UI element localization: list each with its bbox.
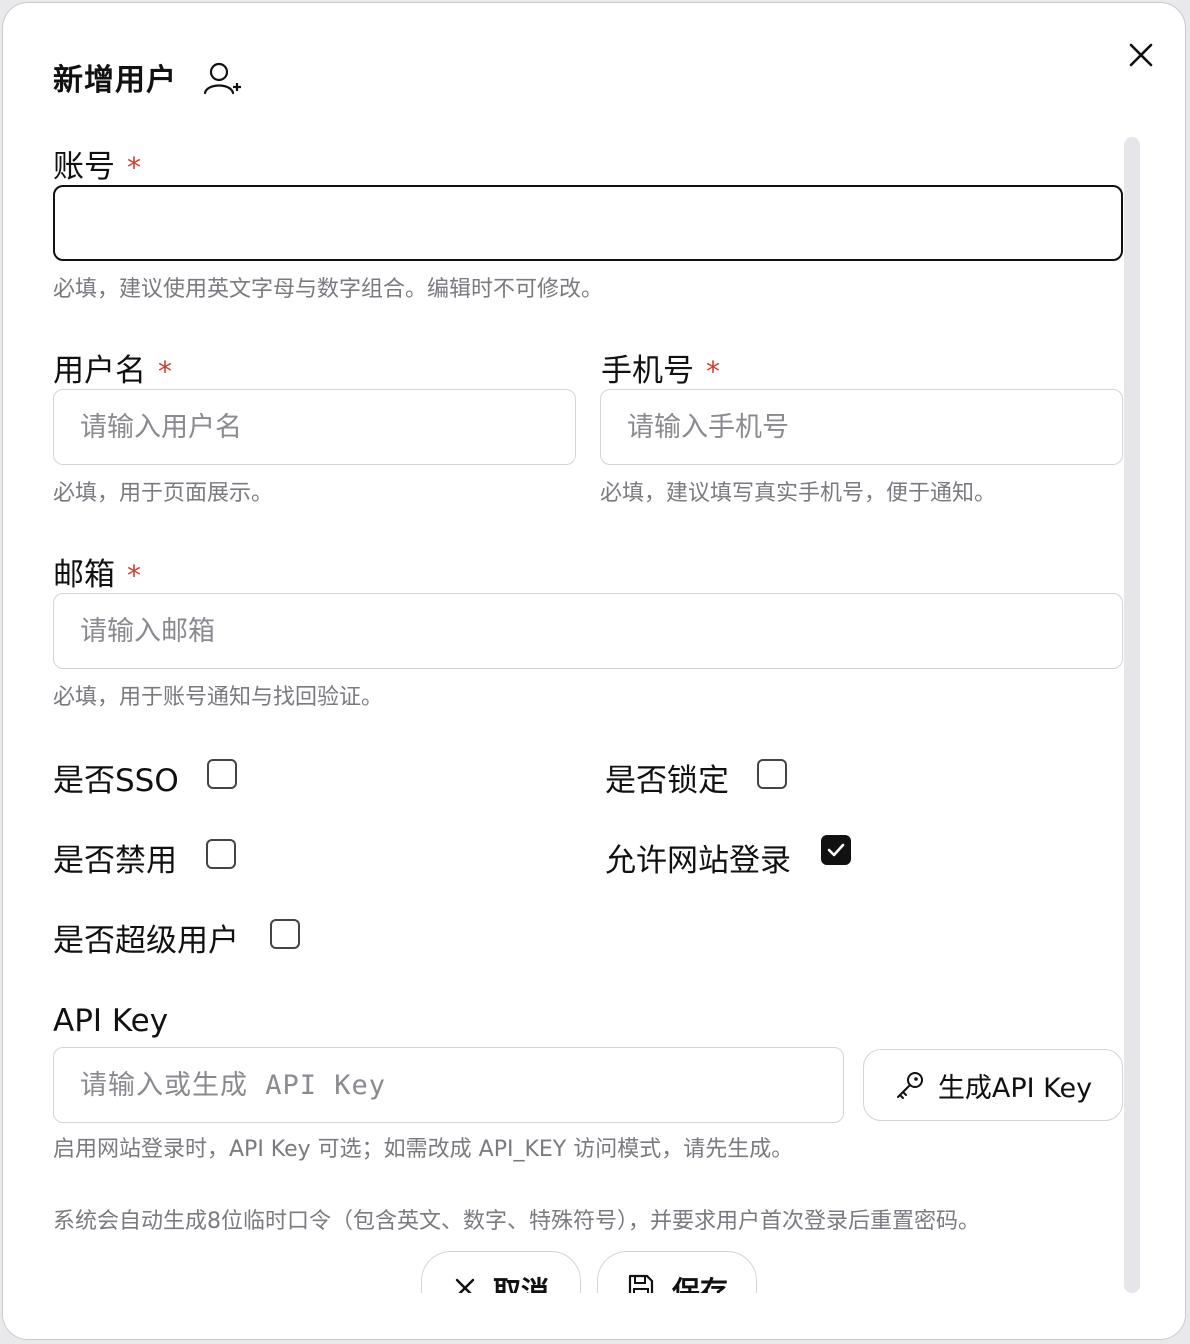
disabled-checkbox[interactable] bbox=[206, 839, 236, 869]
generate-api-key-label: 生成API Key bbox=[937, 1072, 1093, 1104]
add-user-dialog: 新增用户 账号 * 必填，建议使用英文字母与数字组合。编辑时不可修改。 用户名 * … bbox=[2, 2, 1186, 1340]
sso-checkbox[interactable] bbox=[207, 759, 237, 789]
api-key-help: 启用网站登录时，API Key 可选；如需改成 API_KEY 访问模式，请先生… bbox=[53, 1137, 794, 1162]
allow-web-login-checkbox[interactable] bbox=[821, 835, 851, 865]
locked-label: 是否锁定 bbox=[605, 763, 729, 799]
key-icon bbox=[896, 1072, 923, 1099]
email-help: 必填，用于账号通知与找回验证。 bbox=[53, 685, 384, 710]
scroll-clip bbox=[3, 1293, 1185, 1339]
required-mark: * bbox=[706, 355, 720, 388]
check-icon bbox=[827, 843, 845, 857]
password-notice: 系统会自动生成8位临时口令（包含英文、数字、特殊符号），并要求用户首次登录后重置… bbox=[53, 1209, 981, 1234]
phone-input[interactable] bbox=[600, 389, 1123, 465]
account-label: 账号 * bbox=[53, 149, 141, 185]
required-mark: * bbox=[127, 151, 141, 184]
close-icon[interactable] bbox=[1121, 35, 1161, 75]
email-label: 邮箱 * bbox=[53, 557, 141, 593]
allow-web-login-label: 允许网站登录 bbox=[605, 843, 791, 879]
superuser-checkbox[interactable] bbox=[270, 919, 300, 949]
api-key-label: API Key bbox=[53, 1003, 169, 1039]
username-input[interactable] bbox=[53, 389, 576, 465]
locked-checkbox[interactable] bbox=[757, 759, 787, 789]
generate-api-key-button[interactable]: 生成API Key bbox=[863, 1049, 1123, 1121]
account-input[interactable] bbox=[53, 185, 1123, 261]
disabled-label: 是否禁用 bbox=[53, 843, 177, 879]
superuser-label: 是否超级用户 bbox=[53, 923, 239, 959]
api-key-input[interactable] bbox=[53, 1047, 844, 1123]
email-input[interactable] bbox=[53, 593, 1123, 669]
dialog-title: 新增用户 bbox=[53, 63, 177, 98]
required-mark: * bbox=[158, 355, 172, 388]
phone-label: 手机号 * bbox=[601, 353, 720, 389]
username-label: 用户名 * bbox=[53, 353, 172, 389]
user-plus-icon bbox=[203, 62, 241, 95]
username-help: 必填，用于页面展示。 bbox=[53, 481, 274, 506]
account-help: 必填，建议使用英文字母与数字组合。编辑时不可修改。 bbox=[53, 277, 604, 302]
scrollbar[interactable] bbox=[1124, 137, 1140, 1293]
required-mark: * bbox=[127, 559, 141, 592]
sso-label: 是否SSO bbox=[53, 763, 179, 799]
phone-help: 必填，建议填写真实手机号，便于通知。 bbox=[600, 481, 997, 506]
